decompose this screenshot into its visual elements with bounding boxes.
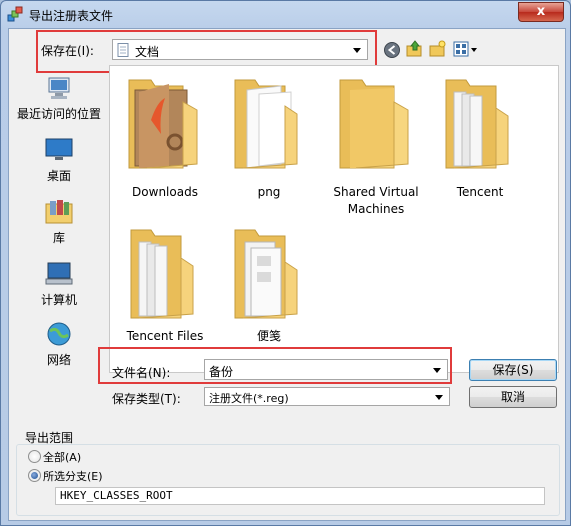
place-recent[interactable]: 最近访问的位置 (9, 75, 109, 121)
filetype-label: 保存类型(T): (112, 392, 181, 406)
file-list[interactable]: Downloads png Shared Virtual Machines Te… (109, 65, 559, 373)
place-computer[interactable]: 计算机 (9, 261, 109, 307)
radio-all-label[interactable]: 全部(A) (43, 449, 81, 465)
file-item-notes[interactable]: 便笺 (217, 222, 321, 352)
file-item-tencent[interactable]: Tencent (428, 72, 532, 222)
up-folder-icon[interactable] (406, 40, 424, 58)
close-button[interactable]: x (518, 2, 564, 22)
file-name: 便笺 (256, 329, 281, 343)
file-item-downloads[interactable]: Downloads (113, 72, 217, 222)
folder-icon (339, 79, 409, 169)
radio-selected-label[interactable]: 所选分支(E) (43, 468, 103, 484)
place-desktop[interactable]: 桌面 (9, 137, 109, 183)
cancel-button[interactable]: 取消 (469, 386, 557, 408)
file-item-shared-vms[interactable]: Shared Virtual Machines (324, 72, 428, 222)
dialog-body: 保存在(I): 文档 最近访问的位置 桌面 库 计算机 网络 Downloads… (8, 28, 566, 521)
recent-places-icon (48, 77, 70, 99)
place-libraries[interactable]: 库 (9, 199, 109, 245)
regedit-icon (7, 6, 23, 22)
file-name: Shared Virtual Machines (333, 185, 419, 216)
network-icon (47, 322, 71, 346)
file-item-png[interactable]: png (217, 72, 321, 222)
title-bar: 导出注册表文件 x (1, 1, 570, 27)
save-button[interactable]: 保存(S) (469, 359, 557, 381)
folder-icon (234, 229, 298, 319)
view-menu-icon[interactable] (453, 41, 481, 59)
radio-selected-branch[interactable] (28, 469, 41, 482)
downloads-folder-icon (128, 79, 198, 169)
place-recent-label: 最近访问的位置 (16, 107, 101, 121)
radio-all[interactable] (28, 450, 41, 463)
place-desktop-label: 桌面 (46, 169, 71, 183)
folder-icon (234, 79, 298, 169)
back-icon[interactable] (383, 41, 401, 59)
place-computer-label: 计算机 (40, 293, 77, 307)
folder-icon (130, 229, 194, 319)
file-name: Tencent (456, 185, 504, 199)
selected-branch-field[interactable]: HKEY_CLASSES_ROOT (55, 487, 545, 505)
file-name: Tencent Files (126, 329, 204, 343)
file-name: png (257, 185, 281, 199)
place-network[interactable]: 网络 (9, 321, 109, 367)
export-registry-dialog: 导出注册表文件 x 保存在(I): 文档 最近访问的位置 桌面 库 计算机 网络… (0, 0, 571, 526)
libraries-icon (45, 200, 73, 224)
chevron-down-icon (435, 394, 443, 400)
filetype-value: 注册文件(*.reg) (209, 392, 289, 405)
file-item-tencent-files[interactable]: Tencent Files (113, 222, 217, 352)
window-title: 导出注册表文件 (29, 9, 114, 23)
close-icon: x (536, 4, 546, 19)
highlight-filename (98, 347, 452, 384)
place-libraries-label: 库 (52, 231, 65, 245)
new-folder-icon[interactable] (429, 40, 447, 58)
place-network-label: 网络 (46, 353, 71, 367)
filetype-select[interactable]: 注册文件(*.reg) (204, 387, 450, 406)
computer-icon (45, 262, 73, 285)
places-bar: 最近访问的位置 桌面 库 计算机 网络 (9, 65, 109, 420)
file-name: Downloads (132, 185, 198, 199)
folder-icon (445, 79, 509, 169)
desktop-icon (45, 138, 73, 160)
